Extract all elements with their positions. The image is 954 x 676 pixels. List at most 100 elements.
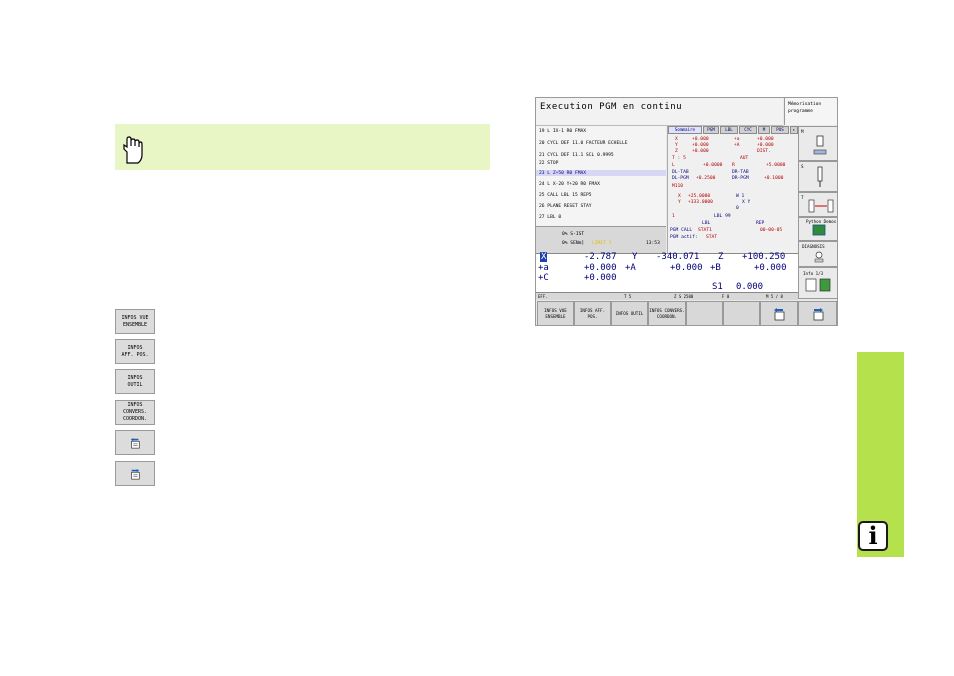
- axis-label: +a: [538, 263, 549, 273]
- status-cell: PGM CALL: [670, 228, 693, 233]
- program-line: 21 CYCL DEF 11.1 SCL 0.9995: [539, 153, 614, 158]
- axis-label: X: [540, 252, 548, 262]
- status-cell: 1: [672, 214, 675, 219]
- axis-label: +C: [538, 273, 549, 283]
- hand-pointing-icon: [123, 136, 143, 164]
- softkey-label: INFOS CONVERS. COORDON.: [649, 307, 685, 319]
- vkey-tool[interactable]: T: [798, 192, 837, 217]
- status-bar-item: Z S 2500: [674, 294, 694, 299]
- axis-value: +100.250: [742, 252, 786, 262]
- mode-label: Mémorisation: [788, 102, 822, 107]
- status-bar-item: T 5: [624, 294, 632, 299]
- screen-softkey-infos-aff-pos[interactable]: INFOS AFF. POS.: [574, 301, 611, 325]
- page-back-icon: [130, 437, 140, 448]
- info-icon: [805, 278, 831, 292]
- softkey-label: INFOS VUE ENSEMBLE: [544, 307, 567, 319]
- page-back-icon: [774, 307, 785, 320]
- softkey-label: INFOS: [127, 402, 143, 408]
- status-cell: REP: [756, 221, 765, 226]
- status-cell: L: [672, 163, 675, 168]
- tab-cyc[interactable]: CYC: [739, 126, 757, 134]
- clock-text: 13:53: [646, 241, 660, 246]
- softkey-label: AFF. POS.: [121, 351, 149, 358]
- status-cell: X: [675, 137, 678, 142]
- status-cell: DL-PGM: [672, 176, 689, 181]
- note-box: [115, 124, 490, 170]
- softkey-infos-aff-pos[interactable]: INFOS AFF. POS.: [115, 339, 155, 364]
- mode-button[interactable]: Mémorisation programme: [784, 98, 837, 125]
- axis-value: +0.000: [584, 273, 617, 283]
- axis-value: -2.787: [584, 252, 617, 262]
- screen-title: Execution PGM en continu: [540, 102, 683, 112]
- softkey-label: COORDON.: [122, 416, 148, 422]
- spindle-value: 0.000: [736, 282, 764, 292]
- program-line: 22 STOP: [539, 161, 559, 166]
- softkey-label: INFOS OUTIL: [615, 310, 644, 316]
- vkey-python-demos[interactable]: Python Demos: [798, 217, 837, 241]
- tab-lbl[interactable]: LBL: [720, 126, 738, 134]
- vkey-machine[interactable]: M: [798, 126, 837, 161]
- status-tab-row: Sommaire PGM LBL CYC M POS ▸: [668, 126, 798, 134]
- status-bar-item: F 0: [722, 294, 730, 299]
- tab-pos[interactable]: POS: [771, 126, 789, 134]
- screen-softkey-page-forward[interactable]: [798, 301, 837, 325]
- softkey-label: CONVERS.: [122, 409, 148, 415]
- status-cell: Z: [675, 149, 678, 154]
- vkey-diagnosis[interactable]: DIAGNOSIS: [798, 241, 837, 267]
- python-icon: [812, 224, 826, 236]
- tab-sommaire[interactable]: Sommaire: [668, 126, 702, 134]
- screen-softkey-infos-vue-ensemble[interactable]: INFOS VUE ENSEMBLE: [537, 301, 574, 325]
- softkey-infos-convers-coordon[interactable]: INFOS CONVERS. COORDON.: [115, 400, 155, 425]
- machine-icon: [813, 135, 827, 155]
- tab-pgm[interactable]: PGM: [703, 126, 719, 134]
- tab-scroll-right[interactable]: ▸: [790, 126, 798, 134]
- page-forward-icon: [131, 468, 140, 479]
- status-cell: PGM actif:: [670, 235, 698, 240]
- axis-label: +A: [625, 263, 636, 273]
- softkey-label: INFOS VUE: [121, 314, 149, 321]
- status-cell: DR-PGM: [732, 176, 749, 181]
- status-cell: +0.1000: [764, 176, 784, 181]
- axis-label: +B: [710, 263, 721, 273]
- status-cell: Y: [675, 143, 678, 148]
- status-cell: STAT: [706, 235, 718, 240]
- status-cell: +0.2500: [696, 176, 716, 181]
- screen-softkey-empty[interactable]: [686, 301, 723, 325]
- limit-text: LIMIT 1: [592, 241, 612, 246]
- spindle-icon: [817, 166, 823, 187]
- position-display: X -2.787 Y -340.071 Z +100.250 +a +0.000…: [536, 252, 798, 292]
- softkey-page-forward[interactable]: [115, 461, 155, 486]
- axis-value: +0.000: [754, 263, 787, 273]
- status-cell: +0.000: [757, 143, 774, 148]
- status-cell: DIST.: [757, 149, 771, 154]
- vkey-label: M: [801, 129, 804, 134]
- status-cell: +0.000: [757, 137, 774, 142]
- screen-softkey-empty[interactable]: [723, 301, 760, 325]
- status-cell: LBL 99: [714, 214, 731, 219]
- program-line: 27 LBL 0: [539, 215, 562, 220]
- vkey-spindle[interactable]: S: [798, 161, 837, 192]
- status-cell: 00-00-05: [760, 228, 783, 233]
- softkey-infos-outil[interactable]: INFOS OUTIL: [115, 369, 155, 394]
- info-icon: i: [858, 521, 888, 551]
- program-line: 19 L IX-1 R0 FMAX: [539, 129, 587, 134]
- axis-label: Y: [632, 252, 638, 262]
- softkey-label: INFOS AFF. POS.: [579, 307, 606, 319]
- screen-softkey-infos-outil[interactable]: INFOS OUTIL: [611, 301, 648, 325]
- softkey-page-back[interactable]: [115, 430, 155, 455]
- screen-softkey-infos-convers-coordon[interactable]: INFOS CONVERS. COORDON.: [648, 301, 686, 325]
- axis-value: +0.000: [670, 263, 703, 273]
- softkey-infos-vue-ensemble[interactable]: INFOS VUE ENSEMBLE: [115, 309, 155, 334]
- status-cell: 0: [736, 206, 739, 211]
- status-cell: AUT: [740, 156, 749, 161]
- program-listing: 19 L IX-1 R0 FMAX 20 CYCL DEF 11.0 FACTE…: [536, 126, 666, 254]
- override-text: 0% SENm]: [562, 241, 585, 246]
- status-cell: STAT1: [698, 228, 712, 233]
- status-cell: DR-TAB: [732, 170, 749, 175]
- screen-softkey-page-back[interactable]: [760, 301, 798, 325]
- tab-m[interactable]: M: [758, 126, 770, 134]
- status-panel: Sommaire PGM LBL CYC M POS ▸ X +0.000 +a…: [667, 126, 798, 253]
- vkey-label: T: [801, 195, 804, 200]
- vkey-info[interactable]: Info 1/3: [798, 267, 837, 299]
- status-cell: +5.0000: [766, 163, 786, 168]
